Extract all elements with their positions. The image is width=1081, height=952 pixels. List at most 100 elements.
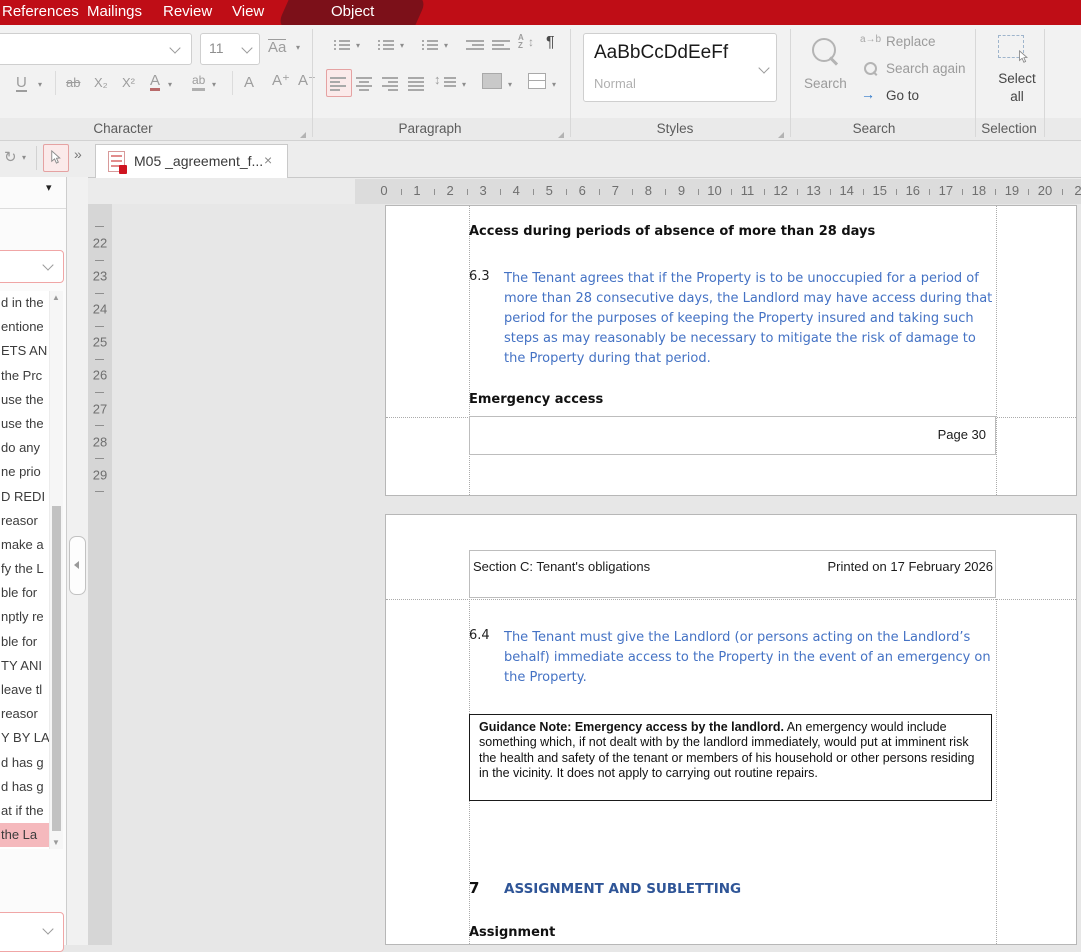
list-item[interactable]: TY ANI: [0, 654, 49, 678]
shrink-font-icon[interactable]: A⁻: [298, 73, 316, 88]
shading-icon[interactable]: [482, 73, 502, 89]
list-item[interactable]: reasor: [0, 509, 49, 533]
align-right-icon[interactable]: [382, 75, 398, 91]
numbered-list-icon[interactable]: [378, 38, 394, 50]
pointer-tool-button[interactable]: [43, 144, 69, 172]
borders-icon[interactable]: [528, 73, 546, 89]
document-page-1[interactable]: Access during periods of absence of more…: [385, 205, 1077, 496]
line-spacing-icon[interactable]: ↕: [434, 72, 441, 87]
list-item[interactable]: Y BY LA: [0, 726, 49, 750]
clause-number[interactable]: 6.3: [469, 269, 490, 284]
scroll-up-icon[interactable]: ▲: [52, 293, 60, 302]
scrollbar-thumb[interactable]: [52, 506, 61, 831]
select-all-icon[interactable]: [998, 35, 1024, 58]
clause-text[interactable]: The Tenant agrees that if the Property i…: [504, 269, 996, 369]
list-item[interactable]: D REDI: [0, 485, 49, 509]
doc-subheading[interactable]: Assignment: [469, 925, 555, 940]
list-item[interactable]: use the: [0, 388, 49, 412]
underline-icon[interactable]: U: [16, 75, 27, 92]
chevron-down-icon[interactable]: ▾: [168, 80, 172, 89]
sidebar-bottom-combobox[interactable]: [0, 912, 64, 952]
align-left-icon[interactable]: [330, 75, 346, 91]
chevron-down-icon[interactable]: ▾: [38, 80, 42, 89]
panel-menu-icon[interactable]: ▾: [46, 181, 52, 194]
section-heading[interactable]: ASSIGNMENT AND SUBLETTING: [504, 881, 741, 897]
replace-button[interactable]: Replace: [886, 34, 936, 49]
list-item[interactable]: entione: [0, 315, 49, 339]
close-icon[interactable]: ×: [264, 152, 272, 168]
chevron-down-icon[interactable]: [241, 42, 252, 53]
list-item[interactable]: the La: [0, 823, 49, 847]
section-number[interactable]: 7: [469, 879, 479, 897]
tab-references[interactable]: References: [2, 3, 79, 20]
tab-object[interactable]: Object: [331, 3, 374, 20]
chevron-down-icon[interactable]: ▾: [444, 41, 448, 50]
chevron-down-icon[interactable]: ▾: [508, 80, 512, 89]
justify-icon[interactable]: [408, 75, 424, 91]
list-item[interactable]: ne prio: [0, 460, 49, 484]
scroll-down-icon[interactable]: ▼: [52, 838, 60, 847]
search-button[interactable]: Search: [804, 76, 847, 91]
strikethrough-icon[interactable]: ab: [66, 75, 80, 90]
chevron-down-icon[interactable]: [42, 259, 53, 270]
list-item[interactable]: ble for: [0, 581, 49, 605]
vertical-ruler[interactable]: 2223242526272829: [88, 204, 112, 945]
doc-subheading[interactable]: Emergency access: [469, 392, 603, 407]
multilevel-list-icon[interactable]: [422, 38, 438, 50]
list-item[interactable]: reasor: [0, 702, 49, 726]
font-size-combobox[interactable]: 11: [200, 33, 260, 65]
change-case-icon[interactable]: Aa: [268, 39, 286, 55]
styles-gallery[interactable]: AaBbCcDdEeFf Normal: [583, 33, 777, 102]
document-tab[interactable]: M05 _agreement_f... ×: [95, 144, 288, 178]
list-item[interactable]: ETS AN: [0, 339, 49, 363]
chevron-down-icon[interactable]: ▾: [552, 80, 556, 89]
font-color-icon[interactable]: A: [150, 73, 160, 91]
goto-button[interactable]: Go to: [886, 88, 919, 103]
highlight-icon[interactable]: ab: [192, 73, 205, 91]
list-item[interactable]: the Prc: [0, 364, 49, 388]
increase-indent-icon[interactable]: [466, 38, 484, 50]
horizontal-ruler-band[interactable]: 012345678910111213141516171819202: [355, 179, 1081, 204]
sort-icon[interactable]: AZ: [518, 34, 524, 50]
list-item[interactable]: fy the L: [0, 557, 49, 581]
footer-frame[interactable]: Page 30: [469, 416, 996, 455]
sidebar-top-combobox[interactable]: [0, 250, 64, 283]
chevron-down-icon[interactable]: [758, 62, 769, 73]
clause-number[interactable]: 6.4: [469, 628, 490, 643]
dialog-launcher-paragraph[interactable]: [558, 132, 564, 138]
grow-font-icon[interactable]: A⁺: [272, 73, 290, 88]
font-name-combobox[interactable]: [0, 33, 192, 65]
clear-formatting-icon[interactable]: A: [244, 75, 254, 90]
toolbar-overflow-icon[interactable]: »: [74, 146, 82, 162]
chevron-down-icon[interactable]: ▾: [400, 41, 404, 50]
header-frame[interactable]: Section C: Tenant's obligations Printed …: [469, 550, 996, 598]
tab-mailings[interactable]: Mailings: [87, 3, 142, 20]
bulleted-list-icon[interactable]: [334, 38, 350, 50]
sidebar-collapse-handle[interactable]: [69, 536, 86, 595]
chevron-down-icon[interactable]: ▾: [296, 43, 300, 52]
document-page-2[interactable]: Section C: Tenant's obligations Printed …: [385, 514, 1077, 945]
chevron-down-icon[interactable]: ▾: [462, 80, 466, 89]
decrease-indent-icon[interactable]: [492, 38, 510, 50]
tab-view[interactable]: View: [232, 3, 264, 20]
list-item[interactable]: use the: [0, 412, 49, 436]
subscript-icon[interactable]: X₂: [94, 75, 108, 90]
select-all-button[interactable]: Select all: [994, 70, 1040, 106]
list-item[interactable]: make a: [0, 533, 49, 557]
formatting-marks-icon[interactable]: ¶: [546, 34, 555, 52]
redo-icon[interactable]: ↻: [4, 148, 17, 166]
list-item[interactable]: leave tl: [0, 678, 49, 702]
guidance-note-box[interactable]: Guidance Note: Emergency access by the l…: [469, 714, 992, 801]
dialog-launcher-styles[interactable]: [778, 132, 784, 138]
align-center-icon[interactable]: [356, 75, 372, 91]
clause-text[interactable]: The Tenant must give the Landlord (or pe…: [504, 628, 996, 688]
sidebar-scrollbar[interactable]: ▲ ▼: [49, 291, 63, 849]
tab-review[interactable]: Review: [163, 3, 212, 20]
list-item[interactable]: d has g: [0, 751, 49, 775]
list-item[interactable]: d in the: [0, 291, 49, 315]
horizontal-ruler[interactable]: 012345678910111213141516171819202: [0, 178, 1081, 204]
list-item[interactable]: d has g: [0, 775, 49, 799]
chevron-down-icon[interactable]: ▾: [22, 153, 26, 162]
list-item[interactable]: ble for: [0, 630, 49, 654]
list-item[interactable]: nptly re: [0, 605, 49, 629]
